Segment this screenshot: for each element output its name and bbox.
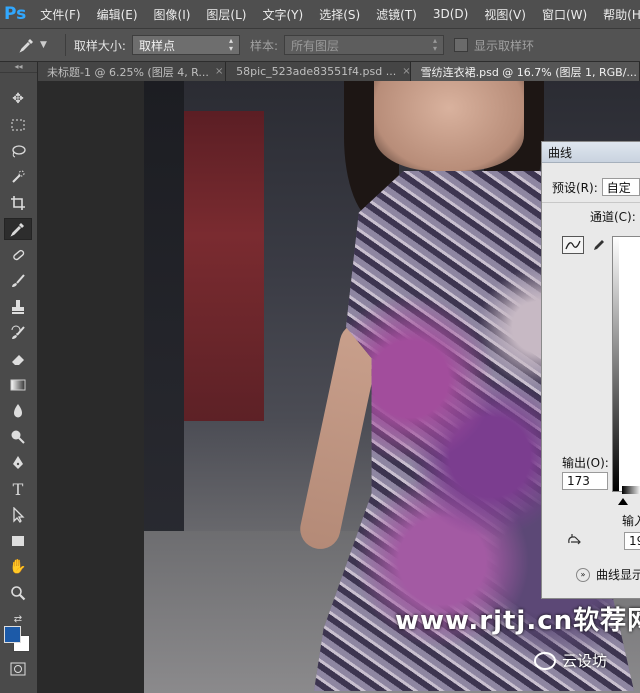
chevron-updown-icon: ▴ ▾ (433, 36, 438, 53)
model-face (374, 81, 524, 171)
channel-label: 通道(C): (590, 210, 636, 224)
curve-edit-icon[interactable] (562, 236, 584, 254)
tab-label: 雪纺连衣裙.psd @ 16.7% (图层 1, RGB/... (420, 65, 637, 79)
lasso-tool-icon[interactable] (4, 140, 32, 162)
input-value: 19 (629, 534, 640, 548)
sample-size-select[interactable]: 取样点 ▴ ▾ (131, 35, 240, 55)
eyedropper-icon[interactable] (14, 34, 40, 56)
gradient-tool-icon[interactable] (4, 374, 32, 396)
output-value: 173 (567, 474, 590, 488)
tool-preset-arrow-icon[interactable]: ▼ (40, 40, 47, 50)
dodge-tool-icon[interactable] (4, 426, 32, 448)
options-bar: ▼ 取样大小: 取样点 ▴ ▾ 样本: 所有图层 ▴ ▾ 显示取样环 (0, 29, 640, 62)
collapse-arrows-icon[interactable]: ◂◂ (0, 62, 37, 73)
hand-tool-icon[interactable]: ✋ (4, 556, 32, 578)
move-tool-icon[interactable]: ✥ (4, 88, 32, 110)
input-field[interactable]: 19 (624, 532, 640, 550)
shape-tool-icon[interactable] (4, 530, 32, 552)
menu-image[interactable]: 图像(I) (146, 6, 199, 23)
black-point-slider[interactable] (618, 498, 628, 505)
menu-help[interactable]: 帮助(H) (595, 6, 640, 23)
menu-edit[interactable]: 编辑(E) (89, 6, 146, 23)
output-field[interactable]: 173 (562, 472, 608, 490)
sample-size-value: 取样点 (138, 38, 175, 53)
menu-select[interactable]: 选择(S) (311, 6, 368, 23)
on-image-adjust-icon[interactable] (564, 532, 586, 550)
wechat-icon (534, 651, 556, 670)
photoshop-logo: Ps (4, 4, 27, 24)
brush-tool-icon[interactable] (4, 270, 32, 292)
output-label: 输出(O): (562, 456, 609, 470)
watermark-text: www.rjtj.cn软荐网 (395, 606, 640, 636)
tab-58pic[interactable]: 58pic_523ade83551f4.psd ... × (226, 62, 411, 81)
foreground-color-swatch[interactable] (4, 626, 21, 643)
menu-window[interactable]: 窗口(W) (534, 6, 595, 23)
input-label: 输入 (622, 514, 640, 528)
tab-label: 未标题-1 @ 6.25% (图层 4, R... (47, 65, 209, 79)
wechat-watermark: 云设坊 (534, 650, 607, 671)
zoom-tool-icon[interactable] (4, 582, 32, 604)
menu-layer[interactable]: 图层(L) (198, 6, 254, 23)
pencil-icon[interactable] (588, 236, 610, 254)
path-select-tool-icon[interactable] (4, 504, 32, 526)
menu-file[interactable]: 文件(F) (32, 6, 88, 23)
close-icon[interactable]: × (402, 66, 409, 77)
background-red-sign (184, 111, 264, 421)
expand-chevron-icon[interactable]: » (576, 567, 590, 582)
show-ring-label: 显示取样环 (474, 38, 535, 53)
preset-select[interactable]: 自定 (601, 178, 640, 196)
clone-stamp-tool-icon[interactable] (4, 296, 32, 318)
sample-value: 所有图层 (291, 38, 340, 53)
eyedropper-tool-icon[interactable] (4, 218, 32, 240)
quick-mask-icon[interactable] (4, 658, 32, 680)
close-icon[interactable]: × (215, 66, 223, 77)
curve-graph[interactable] (612, 236, 640, 492)
marquee-tool-icon[interactable] (4, 114, 32, 136)
divider (542, 202, 640, 203)
tab-dress[interactable]: 雪纺连衣裙.psd @ 16.7% (图层 1, RGB/... (410, 62, 640, 81)
healing-brush-tool-icon[interactable] (4, 244, 32, 266)
tab-label: 58pic_523ade83551f4.psd ... (236, 65, 397, 78)
menu-view[interactable]: 视图(V) (476, 6, 534, 23)
menu-bar: Ps 文件(F) 编辑(E) 图像(I) 图层(L) 文字(Y) 选择(S) 滤… (0, 0, 640, 29)
sample-label: 样本: (249, 38, 279, 53)
type-tool-icon[interactable]: T (4, 478, 32, 500)
dialog-title: 曲线 (542, 142, 640, 163)
input-gradient-bar (622, 486, 640, 494)
wechat-name: 云设坊 (562, 652, 608, 670)
tools-panel: ◂◂ ✥ T ✋ ⇄ (0, 62, 38, 693)
document-tabs: 未标题-1 @ 6.25% (图层 4, R... × 58pic_523ade8… (37, 62, 640, 81)
blur-tool-icon[interactable] (4, 400, 32, 422)
sample-select[interactable]: 所有图层 ▴ ▾ (284, 35, 445, 55)
preset-label: 预设(R): (552, 180, 598, 195)
sample-size-label: 取样大小: (73, 38, 126, 53)
crop-tool-icon[interactable] (4, 192, 32, 214)
tab-untitled[interactable]: 未标题-1 @ 6.25% (图层 4, R... × (37, 62, 227, 81)
quick-select-tool-icon[interactable] (4, 166, 32, 188)
menu-filter[interactable]: 滤镜(T) (368, 6, 425, 23)
preset-value: 自定 (606, 180, 631, 195)
menu-3d[interactable]: 3D(D) (425, 7, 476, 21)
divider (64, 34, 66, 56)
curve-display-options-label[interactable]: 曲线显示 (596, 566, 640, 583)
output-gradient-bar (613, 237, 619, 491)
curves-dialog: 曲线 预设(R): 自定 通道(C): 输出(O): 173 输入 19 » 曲… (541, 141, 640, 599)
menu-type[interactable]: 文字(Y) (254, 6, 311, 23)
chevron-updown-icon: ▴ ▾ (228, 36, 233, 53)
eraser-tool-icon[interactable] (4, 348, 32, 370)
history-brush-tool-icon[interactable] (4, 322, 32, 344)
pen-tool-icon[interactable] (4, 452, 32, 474)
show-ring-checkbox[interactable] (454, 38, 469, 52)
